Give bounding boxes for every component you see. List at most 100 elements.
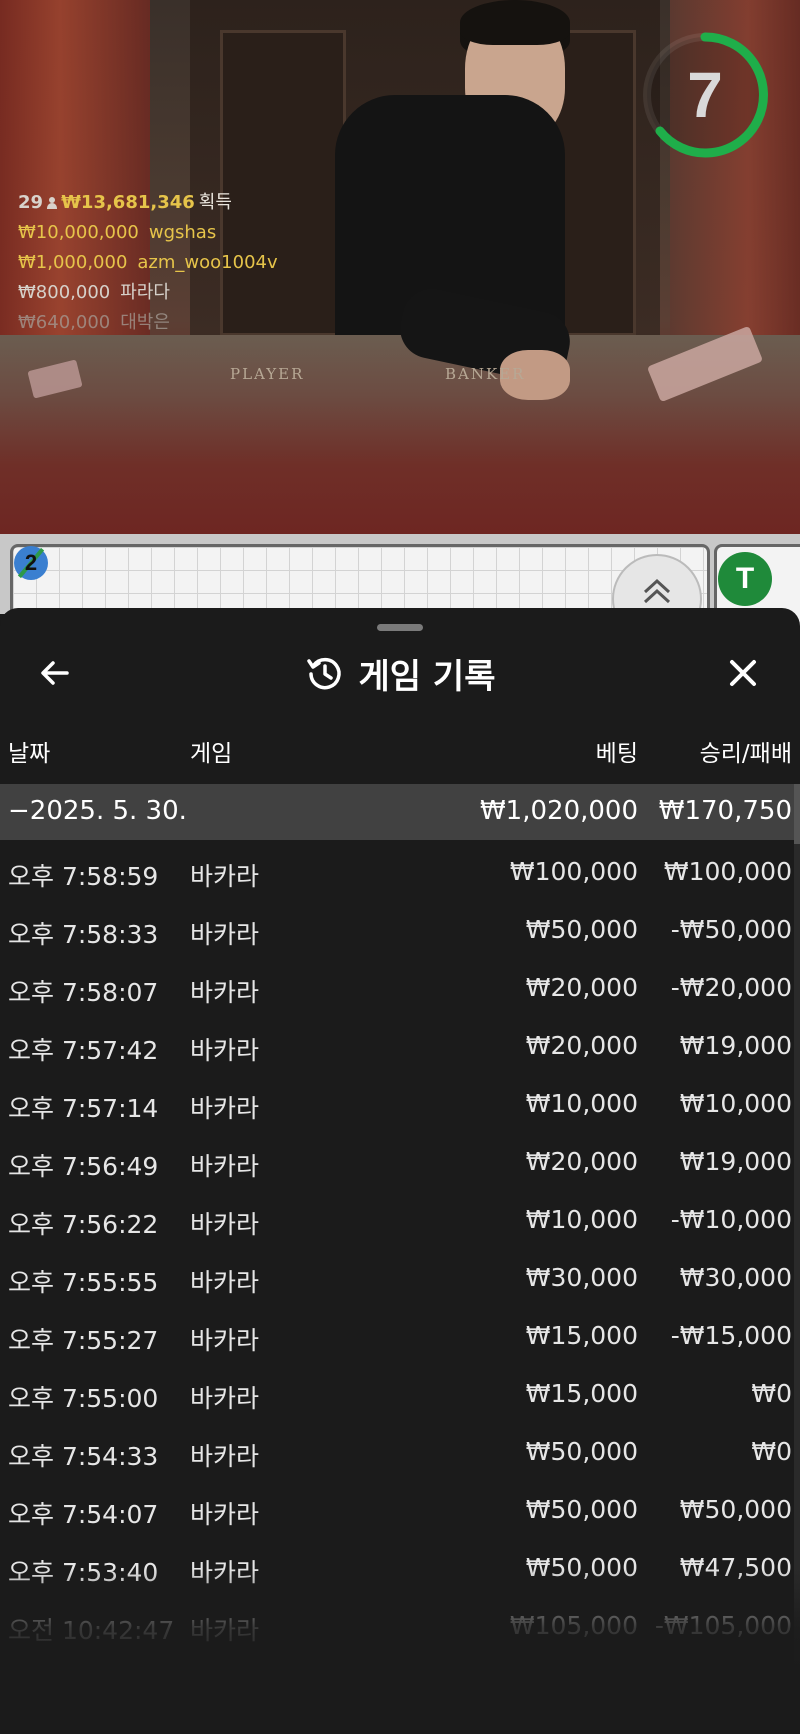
scrollbar-thumb[interactable] xyxy=(794,784,800,844)
row-win: ₩10,000 xyxy=(679,1089,792,1118)
column-header-game: 게임 xyxy=(190,741,233,767)
row-bet: ₩50,000 xyxy=(525,1495,638,1524)
winner-name: azm_woo1004v xyxy=(137,252,278,273)
table-label-banker: BANKER xyxy=(445,365,526,383)
column-header-bet: 베팅 xyxy=(595,741,638,767)
row-win: ₩19,000 xyxy=(679,1031,792,1060)
table-header: 날짜 게임 베팅 승리/패배 xyxy=(0,724,800,774)
table-row[interactable]: 오후 7:56:22 바카라 ₩10,000 -₩10,000 xyxy=(0,1188,794,1246)
table-row[interactable]: 오후 7:57:14 바카라 ₩10,000 ₩10,000 xyxy=(0,1072,794,1130)
row-time: 오후 7:58:33 xyxy=(8,920,159,949)
table-row[interactable]: 오후 7:58:07 바카라 ₩20,000 -₩20,000 xyxy=(0,956,794,1014)
close-button[interactable] xyxy=(718,648,768,698)
tie-result-badge: T xyxy=(718,552,772,606)
winners-count: 29 xyxy=(18,192,44,213)
row-game: 바카라 xyxy=(190,1500,260,1529)
winners-total-label: 획득 xyxy=(198,192,232,213)
row-game: 바카라 xyxy=(190,862,260,891)
summary-win: ₩170,750 xyxy=(658,796,792,826)
row-game: 바카라 xyxy=(190,978,260,1007)
row-bet: ₩50,000 xyxy=(525,915,638,944)
row-game: 바카라 xyxy=(190,1036,260,1065)
row-bet: ₩100,000 xyxy=(509,857,638,886)
winner-row: ₩1,000,000 azm_woo1004v xyxy=(18,248,278,278)
row-win: ₩30,000 xyxy=(679,1263,792,1292)
row-bet: ₩30,000 xyxy=(525,1263,638,1292)
row-time: 오후 7:55:55 xyxy=(8,1268,159,1297)
row-game: 바카라 xyxy=(190,1384,260,1413)
summary-date: −2025. 5. 30. xyxy=(8,796,187,826)
row-game: 바카라 xyxy=(190,1442,260,1471)
row-game: 바카라 xyxy=(190,1152,260,1181)
history-rows: 오후 7:58:59 바카라 ₩100,000 ₩100,000 오후 7:58:33 바… xyxy=(0,840,794,1710)
row-bet: ₩15,000 xyxy=(525,1321,638,1350)
winners-summary: 29 ₩13,681,346 획득 xyxy=(18,188,278,218)
row-time: 오전 10:42:47 xyxy=(8,1616,175,1645)
row-time: 오후 7:54:07 xyxy=(8,1500,159,1529)
row-game: 바카라 xyxy=(190,1326,260,1355)
table-row[interactable]: 오후 7:55:00 바카라 ₩15,000 ₩0 xyxy=(0,1362,794,1420)
row-win: -₩105,000 xyxy=(654,1611,792,1640)
row-win: -₩20,000 xyxy=(670,973,792,1002)
winner-amount: ₩640,000 xyxy=(18,312,111,333)
scrollbar-track[interactable] xyxy=(794,784,800,1734)
table-row[interactable]: 오후 7:54:07 바카라 ₩50,000 ₩50,000 xyxy=(0,1478,794,1536)
row-win: ₩0 xyxy=(751,1437,792,1466)
winner-row: ₩10,000,000 wgshas xyxy=(18,218,278,248)
table-row[interactable]: 오후 7:55:27 바카라 ₩15,000 -₩15,000 xyxy=(0,1304,794,1362)
row-time: 오후 7:56:22 xyxy=(8,1210,159,1239)
column-header-date: 날짜 xyxy=(8,741,51,767)
live-video: PLAYER BANKER 7 29 ₩13,681,346 획득 ₩10,00… xyxy=(0,0,800,534)
table-row[interactable]: 오후 7:53:40 바카라 ₩50,000 ₩47,500 xyxy=(0,1536,794,1594)
row-game: 바카라 xyxy=(190,1558,260,1587)
row-time: 오후 7:55:27 xyxy=(8,1326,159,1355)
row-game: 바카라 xyxy=(190,1674,260,1703)
winners-list: 29 ₩13,681,346 획득 ₩10,000,000 wgshas ₩1,… xyxy=(18,188,278,338)
drag-handle[interactable] xyxy=(377,624,423,631)
shoe-number: 2 xyxy=(24,550,38,575)
dealer-hair-top xyxy=(460,0,570,45)
row-time: 오후 7:57:42 xyxy=(8,1036,159,1065)
row-win: -₩50,000 xyxy=(670,915,792,944)
close-icon xyxy=(730,660,756,686)
chevron-double-up-icon xyxy=(643,578,671,604)
table-row[interactable]: 오후 7:58:33 바카라 ₩50,000 -₩50,000 xyxy=(0,898,794,956)
table-row[interactable]: 오전 8:27:09 바카라 ₩155,000 -₩147,250 xyxy=(0,1652,794,1710)
row-bet: ₩20,000 xyxy=(525,973,638,1002)
row-win: ₩100,000 xyxy=(663,857,792,886)
winners-total: ₩13,681,346 xyxy=(61,192,195,213)
winner-row: ₩800,000 파라다 xyxy=(18,278,278,308)
row-time: 오후 7:57:14 xyxy=(8,1094,159,1123)
row-bet: ₩50,000 xyxy=(525,1553,638,1582)
row-time: 오후 7:56:49 xyxy=(8,1152,159,1181)
table-row[interactable]: 오전 10:42:47 바카라 ₩105,000 -₩105,000 xyxy=(0,1594,794,1652)
row-time: 오후 7:58:07 xyxy=(8,978,159,1007)
row-bet: ₩10,000 xyxy=(525,1089,638,1118)
row-bet: ₩155,000 xyxy=(509,1669,638,1698)
winner-row: ₩640,000 대박은 xyxy=(18,308,278,338)
history-icon xyxy=(306,657,341,690)
winner-name: 대박은 xyxy=(120,312,170,333)
row-win: -₩15,000 xyxy=(670,1321,792,1350)
table-row[interactable]: 오후 7:58:59 바카라 ₩100,000 ₩100,000 xyxy=(0,840,794,898)
winner-amount: ₩800,000 xyxy=(18,282,111,303)
row-game: 바카라 xyxy=(190,920,260,949)
date-group-summary[interactable]: −2025. 5. 30. ₩1,020,000 ₩170,750 xyxy=(0,784,794,840)
table-row[interactable]: 오후 7:56:49 바카라 ₩20,000 ₩19,000 xyxy=(0,1130,794,1188)
scoreboard-strip: 2 T xyxy=(0,534,800,662)
shoe-number-badge: 2 xyxy=(14,546,48,580)
summary-bet: ₩1,020,000 xyxy=(479,796,638,826)
winner-amount: ₩1,000,000 xyxy=(18,252,128,273)
row-win: ₩19,000 xyxy=(679,1147,792,1176)
table-row[interactable]: 오후 7:54:33 바카라 ₩50,000 ₩0 xyxy=(0,1420,794,1478)
game-history-sheet: 게임 기록 날짜 게임 베팅 승리/패배 −2025. 5. 30. ₩1,02… xyxy=(0,608,800,1734)
row-game: 바카라 xyxy=(190,1094,260,1123)
table-row[interactable]: 오후 7:57:42 바카라 ₩20,000 ₩19,000 xyxy=(0,1014,794,1072)
row-bet: ₩20,000 xyxy=(525,1031,638,1060)
row-time: 오후 7:53:40 xyxy=(8,1558,159,1587)
row-game: 바카라 xyxy=(190,1616,260,1645)
table-row[interactable]: 오후 7:55:55 바카라 ₩30,000 ₩30,000 xyxy=(0,1246,794,1304)
row-game: 바카라 xyxy=(190,1268,260,1297)
row-bet: ₩20,000 xyxy=(525,1147,638,1176)
person-icon xyxy=(47,197,58,209)
